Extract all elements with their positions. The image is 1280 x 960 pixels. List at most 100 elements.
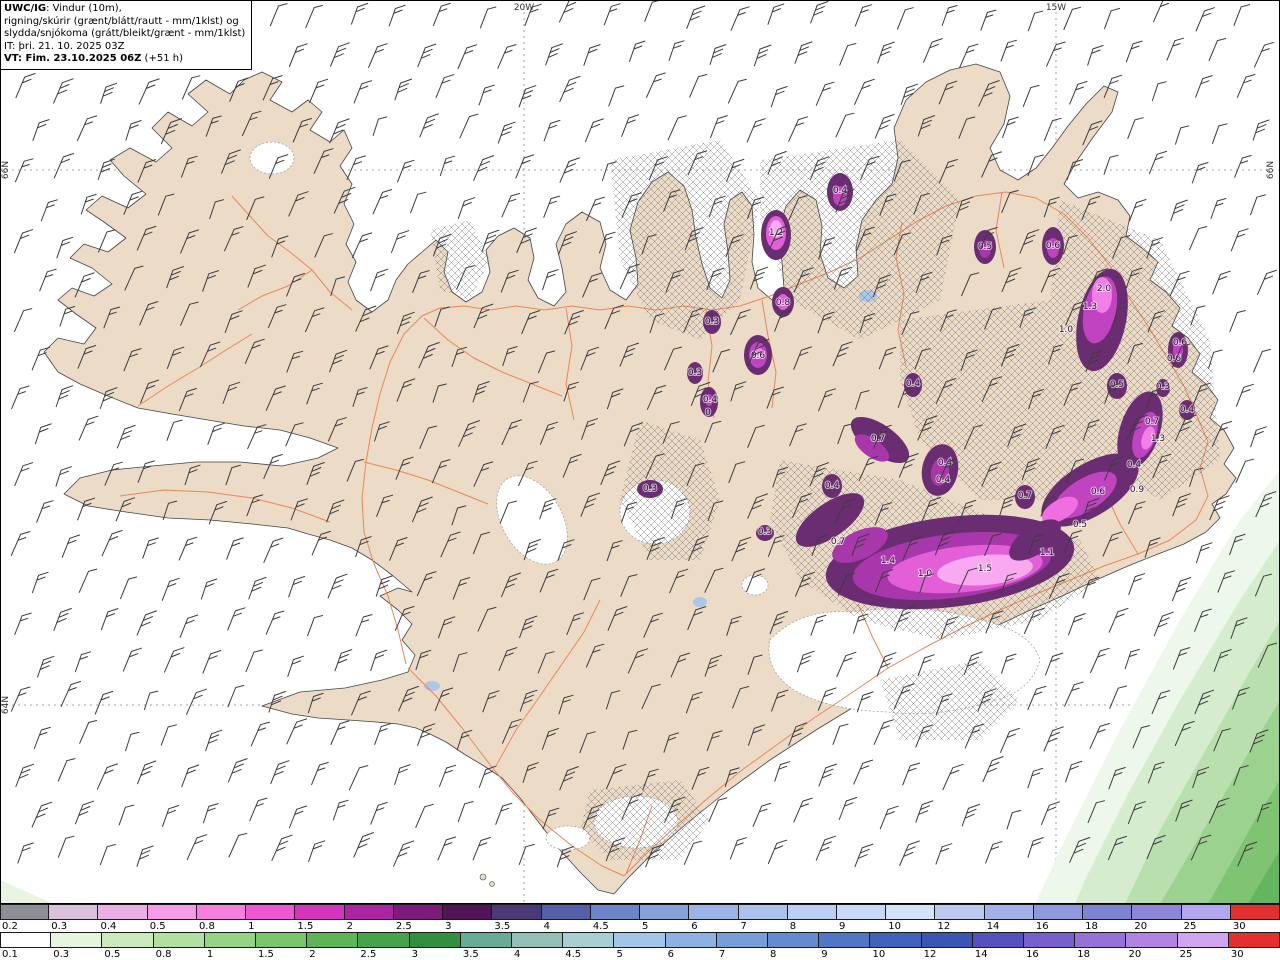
colorbar-swatch	[870, 932, 922, 948]
colorbar-swatch	[1132, 904, 1182, 920]
precip-value-label: 0.5	[978, 242, 992, 252]
colorbar-swatch	[935, 904, 985, 920]
colorbar-swatch	[590, 904, 641, 920]
colorbar-swatch	[563, 932, 615, 948]
colorbar-swatch	[102, 932, 154, 948]
colorbar-cell: 10	[886, 904, 936, 933]
colorbar-swatch	[1083, 904, 1133, 920]
colorbar-swatch	[1228, 932, 1280, 948]
colorbar-cell: 6	[689, 904, 739, 933]
colorbar-cell: 4.5	[563, 932, 615, 960]
colorbar-sleet-snow: 0.2 0.3 0.4 0.5 0.8 1 1.5 2 2.5 3 3.5 4 4.5 5 6 7 8 9 10 12…	[0, 904, 1280, 933]
colorbar-swatch	[640, 904, 690, 920]
colorbar-value: 18	[1075, 948, 1127, 960]
colorbar-cell: 5	[640, 904, 690, 933]
weather-map-svg: 0.41.20.5 0.60.80.30.60.30.402.01.31.00.6…	[0, 0, 1280, 904]
colorbar-swatch	[256, 932, 308, 948]
colorbar-cell: 2.5	[393, 904, 444, 933]
colorbar-swatch	[98, 904, 148, 920]
weather-chart-frame: 0.4 1.2 0.5 0.6 0.8 0.3 0.6 0.3 0.4 0 2.0 1.3 1.0 0.6…	[0, 0, 1280, 960]
colorbar-cell: 14	[984, 904, 1034, 933]
colorbar-cell: 20	[1126, 932, 1178, 960]
latitude-label: 64N	[1, 696, 11, 714]
colorbar-swatch	[541, 904, 591, 920]
colorbar-cell: 1	[204, 932, 257, 960]
precip-value-label: 1.0	[1059, 325, 1074, 335]
precip-value-label: 0.6	[1173, 338, 1188, 348]
colorbar-cell: 2	[344, 904, 394, 933]
precip-value-label: 1.4	[881, 556, 896, 566]
colorbar-cell: 3.5	[492, 904, 542, 933]
precip-value-label: 0.3	[705, 317, 719, 327]
colorbar-cell: 16	[1024, 932, 1076, 960]
colorbar-swatch	[1181, 904, 1231, 920]
colorbar-swatch	[204, 932, 257, 948]
colorbar-cell: 8	[787, 904, 837, 933]
colorbar-cell: 6	[665, 932, 717, 960]
colorbar-value: 0.8	[153, 948, 205, 960]
colorbar-swatch	[1126, 932, 1178, 948]
colorbar-swatch	[1033, 904, 1084, 920]
colorbar-cell: 0.5	[147, 904, 197, 933]
colorbar-swatch	[492, 904, 542, 920]
colorbar-cell: 0.1	[0, 932, 52, 960]
colorbar-cell: 9	[819, 932, 871, 960]
colorbar-cell: 0.5	[102, 932, 154, 960]
latitude-label: 66N	[1266, 161, 1276, 179]
colorbar-cell: 20	[1132, 904, 1182, 933]
colorbar-swatch	[0, 932, 52, 948]
colorbar-swatch	[307, 932, 359, 948]
latitude-label: 66N	[1, 161, 11, 179]
colorbar-value: 30	[1228, 948, 1280, 960]
colorbar-value: 20	[1126, 948, 1178, 960]
colorbar-value: 14	[972, 948, 1025, 960]
colorbar-section: 0.2 0.3 0.4 0.5 0.8 1 1.5 2 2.5 3 3.5 4 4.5 5 6 7 8 9 10 12…	[0, 904, 1280, 960]
colorbar-value: 6	[665, 948, 717, 960]
precip-value-label: 1.3	[1151, 434, 1165, 444]
title-line-2: rigning/skúrir (grænt/blátt/rautt - mm/1…	[4, 15, 239, 27]
colorbar-cell: 30	[1230, 904, 1280, 933]
precip-value-label: 0.6	[1091, 487, 1106, 497]
colorbar-swatch	[972, 932, 1025, 948]
precip-value-label: 0.4	[1127, 460, 1142, 470]
colorbar-cell: 3.5	[460, 932, 513, 960]
colorbar-swatch	[921, 932, 973, 948]
colorbar-swatch	[1177, 932, 1229, 948]
colorbar-value: 0.3	[51, 948, 103, 960]
colorbar-value: 0.5	[102, 948, 154, 960]
colorbar-cell: 0.4	[98, 904, 148, 933]
colorbar-swatch	[460, 932, 513, 948]
colorbar-swatch	[49, 904, 99, 920]
colorbar-cell: 3	[443, 904, 493, 933]
colorbar-cell: 9	[836, 904, 887, 933]
precip-value-label: 0.3	[1156, 382, 1170, 392]
colorbar-swatch	[1230, 904, 1280, 920]
precip-value-label: 0.4	[703, 395, 718, 405]
colorbar-cell: 25	[1181, 904, 1231, 933]
colorbar-swatch	[984, 904, 1034, 920]
colorbar-swatch	[358, 932, 410, 948]
colorbar-value: 4	[512, 948, 564, 960]
precip-value-label: 0.7	[831, 537, 845, 547]
colorbar-swatch	[836, 904, 887, 920]
precip-value-label: 1.5	[978, 564, 992, 574]
title-line-3: slydda/snjókoma (grátt/bleikt/grænt - mm…	[4, 28, 246, 39]
colorbar-swatch	[196, 904, 247, 920]
precip-value-label: 0.4	[936, 475, 951, 485]
colorbar-swatch	[512, 932, 564, 948]
title-line-5: VT: Fim. 23.10.2025 06Z (+51 h)	[4, 53, 183, 64]
colorbar-swatch	[409, 932, 461, 948]
precip-value-label: 2.0	[1097, 284, 1112, 294]
colorbar-value: 25	[1177, 948, 1229, 960]
model-id: UWC/IG	[4, 3, 47, 14]
colorbar-swatch	[1075, 932, 1127, 948]
colorbar-cell: 0.3	[49, 904, 99, 933]
colorbar-cell: 14	[972, 932, 1025, 960]
colorbar-cell: 2	[307, 932, 359, 960]
colorbar-swatch	[153, 932, 205, 948]
colorbar-cell: 0.8	[196, 904, 247, 933]
colorbar-value: 16	[1024, 948, 1076, 960]
precip-value-label: 0	[705, 408, 711, 418]
colorbar-swatch	[147, 904, 197, 920]
colorbar-cell: 12	[921, 932, 973, 960]
